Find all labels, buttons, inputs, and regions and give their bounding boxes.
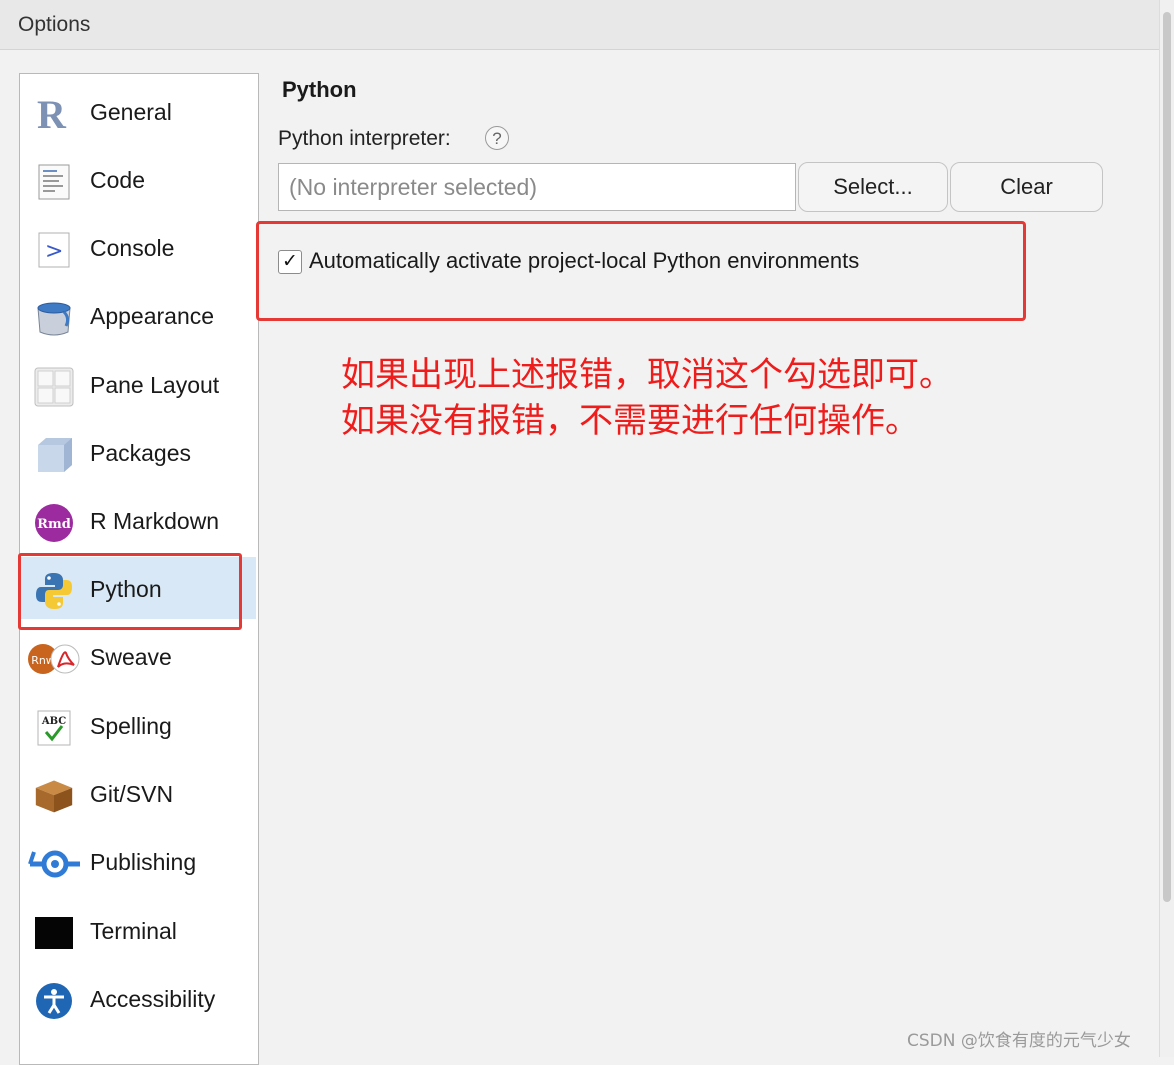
vertical-scrollbar[interactable] [1159, 0, 1174, 1057]
page-title: Python [282, 77, 357, 102]
sidebar-item-label: Spelling [90, 713, 172, 739]
spelling-icon: ABC [34, 708, 74, 748]
annotation-line-1: 如果出现上述报错，取消这个勾选即可。 [341, 355, 953, 395]
sidebar-item-label: Accessibility [90, 986, 216, 1012]
sidebar-item-python[interactable]: Python [20, 557, 256, 619]
r-logo-icon: R [34, 94, 74, 134]
sidebar-item-pane-layout[interactable]: Pane Layout [20, 353, 256, 415]
clear-button[interactable]: Clear [950, 162, 1103, 212]
svg-text:ABC: ABC [41, 716, 66, 727]
interpreter-label: Python interpreter: [278, 127, 451, 150]
sidebar-item-sweave[interactable]: Rnw Sweave [20, 625, 256, 687]
code-icon [34, 162, 74, 202]
select-button[interactable]: Select... [798, 162, 948, 212]
sidebar-item-r-markdown[interactable]: Rmd R Markdown [20, 489, 256, 551]
sidebar-item-label: Sweave [90, 644, 172, 670]
python-icon [34, 571, 74, 611]
terminal-icon [34, 913, 74, 953]
options-sidebar: R General Code > Console Appearance Pane… [19, 73, 259, 1065]
sidebar-item-label: R Markdown [90, 508, 220, 534]
auto-activate-checkbox[interactable]: ✓ [278, 250, 302, 274]
sidebar-item-publishing[interactable]: Publishing [20, 830, 256, 892]
sidebar-item-accessibility[interactable]: Accessibility [20, 967, 256, 1029]
sidebar-item-label: Console [90, 235, 175, 261]
svg-text:R: R [37, 94, 67, 134]
sidebar-item-appearance[interactable]: Appearance [20, 284, 256, 346]
sidebar-item-label: Code [90, 167, 145, 193]
sweave-icon: Rnw [26, 639, 80, 679]
sidebar-item-console[interactable]: > Console [20, 216, 256, 278]
sidebar-item-label: Packages [90, 440, 192, 466]
sidebar-item-label: Appearance [90, 303, 215, 329]
sidebar-item-terminal[interactable]: Terminal [20, 899, 256, 961]
sidebar-item-git-svn[interactable]: Git/SVN [20, 762, 256, 824]
sidebar-item-packages[interactable]: Packages [20, 421, 256, 483]
paint-bucket-icon [34, 298, 74, 338]
git-svn-icon [34, 776, 74, 816]
auto-activate-label: Automatically activate project-local Pyt… [309, 248, 860, 273]
annotation-line-2: 如果没有报错，不需要进行任何操作。 [341, 401, 919, 441]
sidebar-item-spelling[interactable]: ABC Spelling [20, 694, 256, 756]
svg-text:Rmd: Rmd [37, 517, 71, 532]
sidebar-item-label: Pane Layout [90, 372, 220, 398]
sidebar-item-label: Publishing [90, 849, 197, 875]
help-icon[interactable]: ? [485, 126, 509, 150]
sidebar-item-label: General [90, 99, 172, 125]
accessibility-icon [34, 981, 74, 1021]
title-bar: Options [0, 0, 1160, 50]
pane-layout-icon [34, 367, 74, 407]
sidebar-item-label: Terminal [90, 918, 177, 944]
svg-text:>: > [45, 239, 63, 264]
watermark: CSDN @饮食有度的元气少女 [907, 1031, 1131, 1051]
sidebar-item-general[interactable]: R General [20, 80, 256, 142]
sidebar-item-label: Git/SVN [90, 781, 174, 807]
interpreter-field[interactable]: (No interpreter selected) [278, 163, 796, 211]
rmd-icon: Rmd [34, 503, 74, 543]
publishing-icon [28, 844, 82, 884]
packages-icon [34, 435, 74, 475]
annotation-text: 如果出现上述报错，取消这个勾选即可。 如果没有报错，不需要进行任何操作。 [341, 352, 953, 444]
python-settings-pane: Python Python interpreter: ? (No interpr… [258, 49, 1158, 1049]
sidebar-item-label: Python [90, 576, 162, 602]
sidebar-item-code[interactable]: Code [20, 148, 256, 210]
window-title: Options [18, 13, 91, 36]
scrollbar-thumb[interactable] [1163, 12, 1171, 902]
console-icon: > [34, 230, 74, 270]
